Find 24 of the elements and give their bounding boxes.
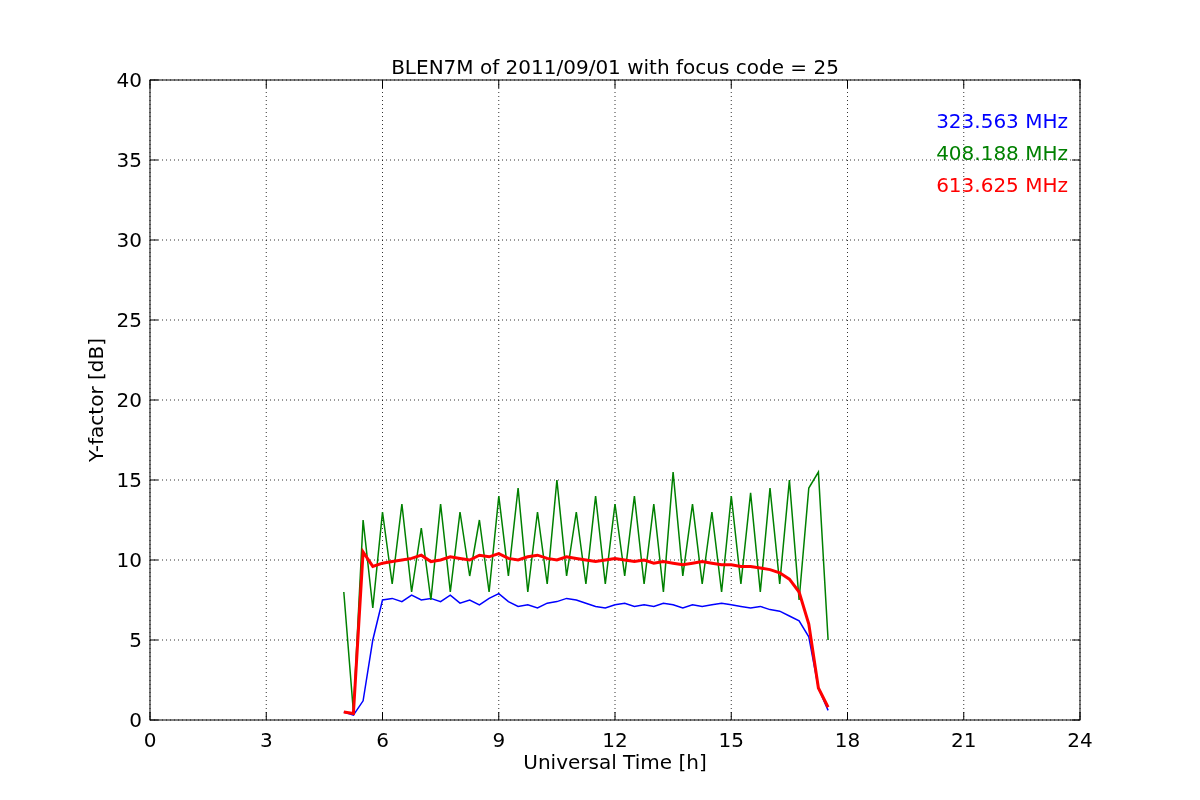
y-tick-label: 15 [116,468,142,492]
y-tick-label: 5 [129,628,142,652]
x-tick-label: 15 [718,728,744,752]
x-tick-label: 21 [951,728,977,752]
y-tick-label: 35 [116,148,142,172]
chart-title: BLEN7M of 2011/09/01 with focus code = 25 [391,55,839,79]
legend-label: 408.188 MHz [936,141,1068,165]
legend-label: 323.563 MHz [936,109,1068,133]
x-tick-label: 3 [259,728,273,752]
x-tick-label: 9 [492,728,506,752]
x-tick-label: 6 [376,728,389,752]
y-tick-label: 20 [116,388,142,412]
y-tick-label: 30 [116,228,142,252]
y-tick-label: 40 [116,68,142,92]
y-tick-label: 10 [116,548,142,572]
x-tick-label: 0 [143,728,157,752]
y-tick-label: 0 [129,708,142,732]
x-tick-label: 12 [602,728,628,752]
x-tick-label: 18 [834,728,861,752]
y-axis-label: Y-factor [dB] [84,338,108,462]
x-tick-label: 24 [1067,728,1093,752]
x-axis-label: Universal Time [h] [523,750,707,774]
y-tick-label: 25 [116,308,142,332]
legend-label: 613.625 MHz [936,173,1068,197]
